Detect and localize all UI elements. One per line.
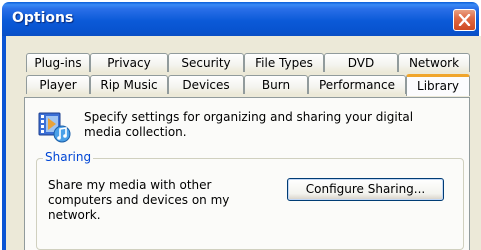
- tab-library[interactable]: Library: [406, 74, 470, 96]
- options-dialog: Options Plug-ins Privacy Security File T…: [0, 0, 481, 250]
- tab-player[interactable]: Player: [26, 75, 90, 94]
- tab-file-types[interactable]: File Types: [244, 53, 324, 72]
- tab-rip-music[interactable]: Rip Music: [90, 75, 168, 94]
- sharing-group-label: Sharing: [43, 150, 94, 165]
- configure-sharing-button[interactable]: Configure Sharing...: [287, 178, 444, 201]
- media-library-icon: [38, 112, 71, 143]
- sharing-description: Share my media with other computers and …: [48, 178, 230, 222]
- tab-performance[interactable]: Performance: [308, 75, 406, 94]
- tab-security[interactable]: Security: [168, 53, 244, 72]
- tab-devices[interactable]: Devices: [168, 75, 244, 94]
- tab-privacy[interactable]: Privacy: [90, 53, 168, 72]
- title-bar[interactable]: Options: [2, 2, 479, 36]
- tab-plug-ins[interactable]: Plug-ins: [26, 53, 90, 72]
- tab-dvd[interactable]: DVD: [324, 53, 398, 72]
- window-title: Options: [12, 10, 74, 26]
- close-icon: [458, 14, 471, 26]
- tab-burn[interactable]: Burn: [244, 75, 308, 94]
- tab-network[interactable]: Network: [398, 53, 470, 72]
- close-button[interactable]: [453, 9, 476, 31]
- library-description: Specify settings for organizing and shar…: [84, 110, 414, 139]
